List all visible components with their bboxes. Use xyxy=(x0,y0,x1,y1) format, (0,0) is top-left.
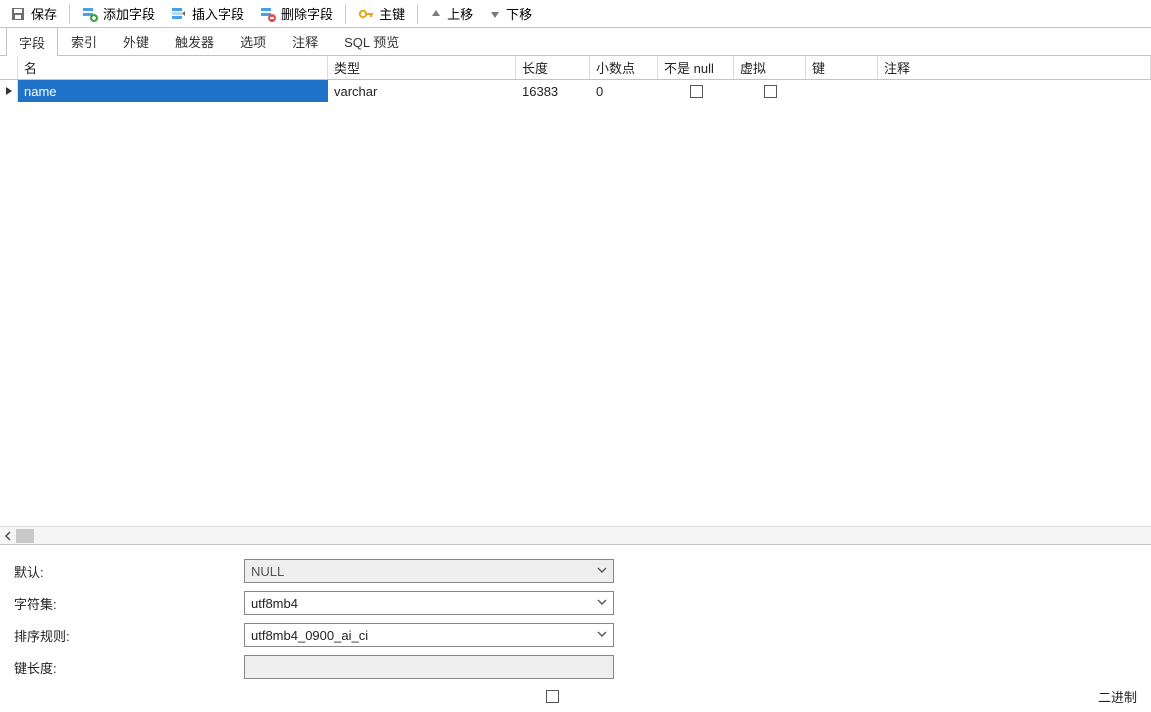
binary-checkbox[interactable] xyxy=(546,690,559,703)
scroll-left-icon[interactable] xyxy=(0,528,16,544)
primary-key-button[interactable]: 主键 xyxy=(350,1,413,27)
row-indicator xyxy=(0,80,18,102)
insert-field-button[interactable]: 插入字段 xyxy=(163,1,252,27)
col-header-virtual[interactable]: 虚拟 xyxy=(734,56,806,79)
tab-bar: 字段 索引 外键 触发器 选项 注释 SQL 预览 xyxy=(0,28,1151,56)
cell-key[interactable] xyxy=(806,80,878,102)
scroll-thumb[interactable] xyxy=(16,529,34,543)
col-header-decimals[interactable]: 小数点 xyxy=(590,56,658,79)
collation-value: utf8mb4_0900_ai_ci xyxy=(251,628,368,643)
col-header-comment[interactable]: 注释 xyxy=(878,56,1151,79)
grid-header: 名 类型 长度 小数点 不是 null 虚拟 键 注释 xyxy=(0,56,1151,80)
charset-label: 字符集: xyxy=(14,594,244,613)
save-label: 保存 xyxy=(31,4,57,23)
checkbox-icon[interactable] xyxy=(690,85,703,98)
chevron-down-icon xyxy=(597,628,607,640)
cell-name[interactable]: name xyxy=(18,80,328,102)
checkbox-icon[interactable] xyxy=(764,85,777,98)
collation-select[interactable]: utf8mb4_0900_ai_ci xyxy=(244,623,614,647)
cell-comment[interactable] xyxy=(878,80,1151,102)
horizontal-scrollbar[interactable] xyxy=(0,526,1151,544)
insert-field-label: 插入字段 xyxy=(192,4,244,23)
grid-body[interactable]: name varchar 16383 0 xyxy=(0,80,1151,526)
move-down-label: 下移 xyxy=(506,4,532,23)
toolbar: 保存 添加字段 插入字段 删除字段 主键 上移 下移 xyxy=(0,0,1151,28)
key-icon xyxy=(358,6,374,22)
separator xyxy=(345,4,346,24)
add-field-button[interactable]: 添加字段 xyxy=(74,1,163,27)
cell-virtual[interactable] xyxy=(734,80,806,102)
col-header-length[interactable]: 长度 xyxy=(516,56,590,79)
tab-options[interactable]: 选项 xyxy=(227,26,279,55)
properties-panel: 默认: NULL 字符集: utf8mb4 排序规则: utf8mb4_0900… xyxy=(0,544,1151,709)
col-header-type[interactable]: 类型 xyxy=(328,56,516,79)
move-up-label: 上移 xyxy=(447,4,473,23)
save-button[interactable]: 保存 xyxy=(2,1,65,27)
insert-field-icon xyxy=(171,6,187,22)
cell-decimals[interactable]: 0 xyxy=(590,80,658,102)
move-up-button[interactable]: 上移 xyxy=(422,1,481,27)
charset-select[interactable]: utf8mb4 xyxy=(244,591,614,615)
row-header-corner xyxy=(0,56,18,79)
current-row-icon xyxy=(5,86,13,96)
save-icon xyxy=(10,6,26,22)
default-select[interactable]: NULL xyxy=(244,559,614,583)
chevron-down-icon xyxy=(597,564,607,576)
cell-type[interactable]: varchar xyxy=(328,80,516,102)
add-field-icon xyxy=(82,6,98,22)
col-header-not-null[interactable]: 不是 null xyxy=(658,56,734,79)
delete-field-label: 删除字段 xyxy=(281,4,333,23)
cell-length[interactable]: 16383 xyxy=(516,80,590,102)
separator xyxy=(417,4,418,24)
tab-comment[interactable]: 注释 xyxy=(279,26,331,55)
tab-fields[interactable]: 字段 xyxy=(6,27,58,56)
arrow-up-icon xyxy=(430,8,442,20)
key-length-label: 键长度: xyxy=(14,658,244,677)
arrow-down-icon xyxy=(489,8,501,20)
default-value: NULL xyxy=(251,564,284,579)
tab-foreign-keys[interactable]: 外键 xyxy=(110,26,162,55)
separator xyxy=(69,4,70,24)
move-down-button[interactable]: 下移 xyxy=(481,1,540,27)
delete-field-button[interactable]: 删除字段 xyxy=(252,1,341,27)
binary-label: 二进制 xyxy=(1098,687,1137,706)
tab-indexes[interactable]: 索引 xyxy=(58,26,110,55)
delete-field-icon xyxy=(260,6,276,22)
col-header-key[interactable]: 键 xyxy=(806,56,878,79)
cell-not-null[interactable] xyxy=(658,80,734,102)
tab-sql-preview[interactable]: SQL 预览 xyxy=(331,26,412,55)
charset-value: utf8mb4 xyxy=(251,596,298,611)
col-header-name[interactable]: 名 xyxy=(18,56,328,79)
tab-triggers[interactable]: 触发器 xyxy=(162,26,227,55)
chevron-down-icon xyxy=(597,596,607,608)
default-label: 默认: xyxy=(14,562,244,581)
key-length-input[interactable] xyxy=(244,655,614,679)
collation-label: 排序规则: xyxy=(14,626,244,645)
add-field-label: 添加字段 xyxy=(103,4,155,23)
primary-key-label: 主键 xyxy=(379,4,405,23)
grid-row[interactable]: name varchar 16383 0 xyxy=(0,80,1151,102)
